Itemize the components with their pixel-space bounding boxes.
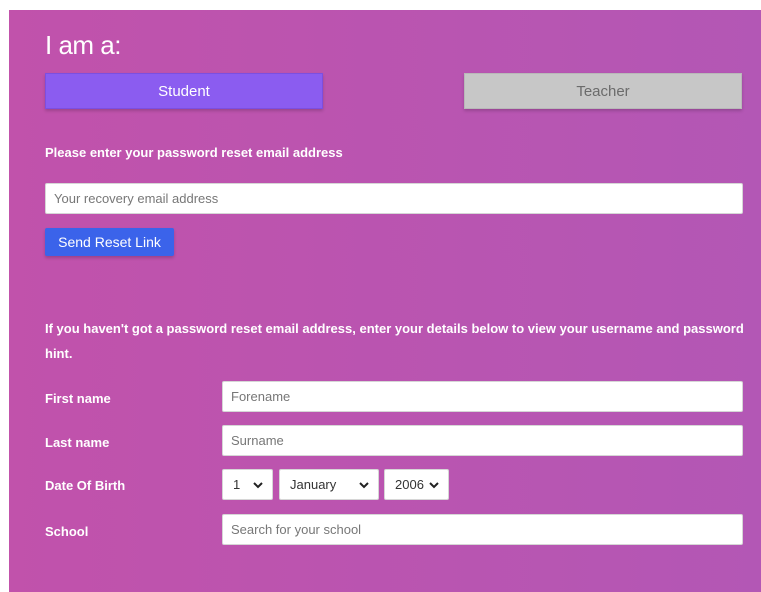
recovery-email-placeholder: Your recovery email address <box>54 191 219 206</box>
student-role-button[interactable]: Student <box>45 73 323 109</box>
first-name-input[interactable]: Forename <box>222 381 743 412</box>
last-name-label: Last name <box>45 435 110 450</box>
dob-day-select[interactable]: 1 <box>222 469 273 500</box>
dob-month-select[interactable]: January <box>279 469 379 500</box>
page-title: I am a: <box>45 30 121 60</box>
reset-panel: I am a: Student Teacher Please enter you… <box>9 10 761 592</box>
chevron-down-icon <box>428 479 440 491</box>
school-search-placeholder: Search for your school <box>231 522 362 537</box>
send-reset-link-button[interactable]: Send Reset Link <box>45 228 174 256</box>
last-name-input[interactable]: Surname <box>222 425 743 456</box>
reset-email-prompt: Please enter your password reset email a… <box>45 145 343 160</box>
teacher-role-button[interactable]: Teacher <box>464 73 742 109</box>
dob-year-select[interactable]: 2006 <box>384 469 449 500</box>
chevron-down-icon <box>358 479 370 491</box>
last-name-placeholder: Surname <box>231 433 284 448</box>
chevron-down-icon <box>252 479 264 491</box>
school-search-input[interactable]: Search for your school <box>222 514 743 545</box>
school-label: School <box>45 524 89 539</box>
dob-label: Date Of Birth <box>45 478 126 493</box>
dob-month-value: January <box>290 477 337 492</box>
first-name-label: First name <box>45 391 111 406</box>
dob-day-value: 1 <box>233 477 241 492</box>
hint-text: If you haven't got a password reset emai… <box>45 321 744 361</box>
recovery-email-input[interactable]: Your recovery email address <box>45 183 743 214</box>
dob-year-value: 2006 <box>395 477 424 492</box>
first-name-placeholder: Forename <box>231 389 291 404</box>
